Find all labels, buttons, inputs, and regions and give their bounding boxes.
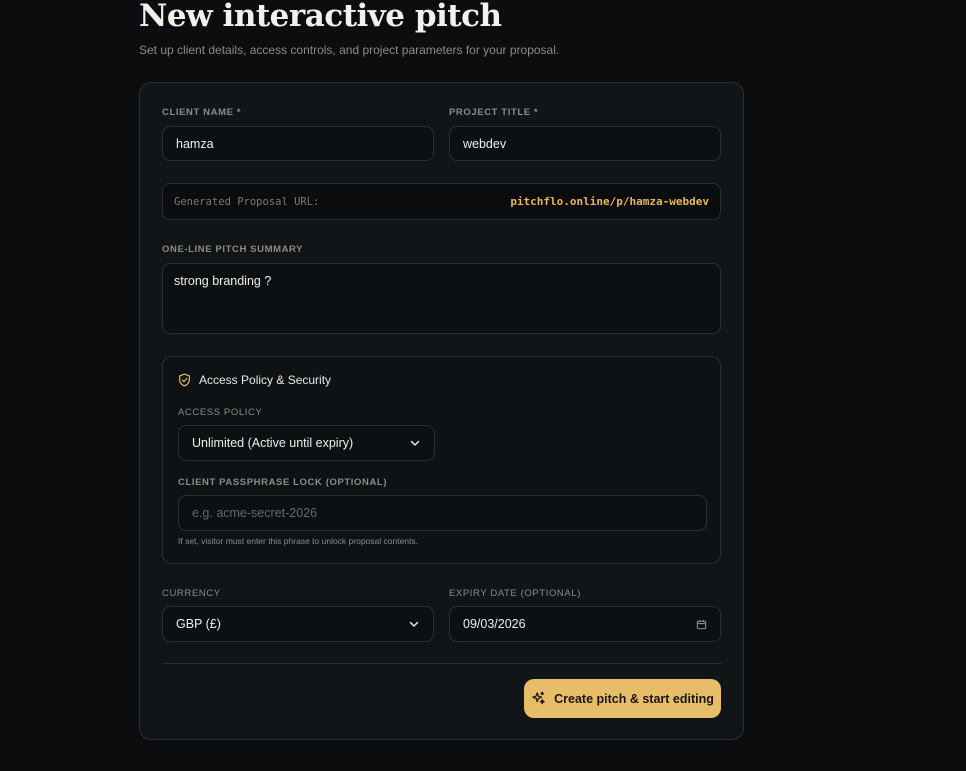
sparkles-icon bbox=[532, 691, 545, 705]
page-subtitle: Set up client details, access controls, … bbox=[139, 43, 560, 57]
client-name-label: CLIENT NAME * bbox=[162, 107, 242, 118]
access-policy-label: ACCESS POLICY bbox=[178, 407, 263, 418]
expiry-value: 09/03/2026 bbox=[463, 617, 526, 631]
url-prefix: Generated Proposal URL: bbox=[174, 195, 320, 208]
project-title-label: PROJECT TITLE * bbox=[449, 107, 539, 118]
expiry-label: EXPIRY DATE (OPTIONAL) bbox=[449, 588, 581, 599]
pitch-summary-textarea[interactable]: strong branding ? bbox=[162, 263, 721, 334]
proposal-url-preview: Generated Proposal URL: pitchflo.online/… bbox=[162, 183, 721, 220]
passphrase-placeholder: e.g. acme-secret-2026 bbox=[192, 506, 318, 520]
currency-select[interactable]: GBP (£) bbox=[162, 606, 434, 642]
security-heading: Access Policy & Security bbox=[178, 373, 331, 387]
page: New interactive pitch Set up client deta… bbox=[0, 0, 966, 771]
passphrase-input[interactable]: e.g. acme-secret-2026 bbox=[178, 495, 707, 531]
project-title-input[interactable]: webdev bbox=[449, 126, 721, 161]
summary-value: strong branding ? bbox=[174, 274, 272, 288]
project-title-value: webdev bbox=[463, 136, 507, 151]
currency-value: GBP (£) bbox=[176, 617, 221, 631]
passphrase-label: CLIENT PASSPHRASE LOCK (OPTIONAL) bbox=[178, 477, 388, 488]
pitch-form-card: CLIENT NAME * hamza PROJECT TITLE * webd… bbox=[139, 82, 744, 740]
security-title: Access Policy & Security bbox=[199, 373, 332, 387]
client-name-input[interactable]: hamza bbox=[162, 126, 434, 161]
currency-label: CURRENCY bbox=[162, 588, 221, 599]
expiry-date-input[interactable]: 09/03/2026 bbox=[449, 606, 721, 642]
calendar-icon[interactable] bbox=[696, 619, 707, 630]
form-divider bbox=[162, 663, 721, 664]
page-title: New interactive pitch bbox=[139, 0, 502, 34]
create-pitch-button[interactable]: Create pitch & start editing bbox=[524, 679, 721, 718]
client-name-value: hamza bbox=[176, 136, 214, 151]
summary-label: ONE-LINE PITCH SUMMARY bbox=[162, 244, 304, 255]
access-policy-select[interactable]: Unlimited (Active until expiry) bbox=[178, 425, 435, 461]
shield-check-icon bbox=[179, 373, 190, 387]
passphrase-helper: If set, visitor must enter this phrase t… bbox=[178, 536, 419, 546]
access-policy-value: Unlimited (Active until expiry) bbox=[192, 436, 354, 450]
create-pitch-label: Create pitch & start editing bbox=[554, 691, 714, 706]
url-value: pitchflo.online/p/hamza-webdev bbox=[510, 195, 709, 208]
access-security-panel: Access Policy & Security ACCESS POLICY U… bbox=[162, 356, 721, 564]
chevron-down-icon bbox=[410, 440, 420, 446]
chevron-down-icon bbox=[409, 621, 419, 627]
